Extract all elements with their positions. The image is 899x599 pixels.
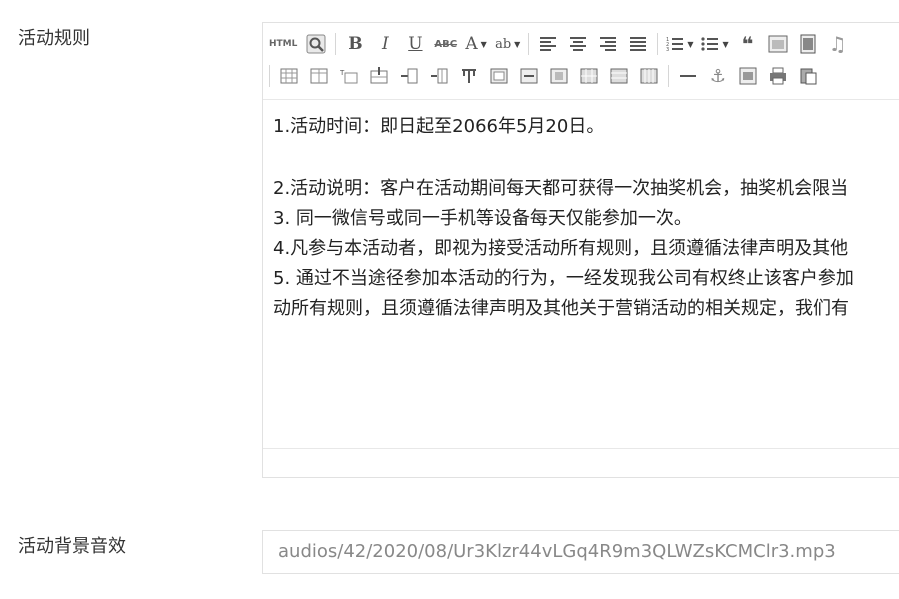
merge-right-icon[interactable] xyxy=(518,65,540,87)
toolbar-separator xyxy=(335,33,337,55)
insert-row-icon[interactable] xyxy=(368,65,390,87)
editor-toolbar: HTML B I U ABC A ▼ ab ▼ 1 2 3 ▼ ▼ ❝ ♫ T … xyxy=(263,23,899,100)
rule-paragraph-5: 5. 通过不当途径参加本活动的行为，一经发现我公司有权终止该客户参加 xyxy=(273,268,854,289)
audio-label: 活动背景音效 xyxy=(18,536,126,557)
split-icon[interactable] xyxy=(458,65,480,87)
rule-paragraph-5-cont: 动所有规则，且须遵循法律声明及其他关于营销活动的相关规定，我们有 xyxy=(273,298,849,319)
split-cols-icon[interactable] xyxy=(638,65,660,87)
empty-line xyxy=(273,144,899,174)
anchor-icon[interactable]: ⚓ xyxy=(707,65,729,87)
chevron-down-icon: ▼ xyxy=(722,39,729,49)
insert-col-icon[interactable] xyxy=(398,65,420,87)
align-justify-icon[interactable] xyxy=(627,33,649,55)
table-properties-icon[interactable] xyxy=(308,65,330,87)
align-center-icon[interactable] xyxy=(567,33,589,55)
rule-paragraph-3: 3. 同一微信号或同一手机等设备每天仅能参加一次。 xyxy=(273,208,692,229)
unordered-list-icon xyxy=(701,37,719,51)
bold-button[interactable]: B xyxy=(344,33,366,55)
unordered-list-button[interactable]: ▼ xyxy=(701,33,729,55)
font-color-button[interactable]: A ▼ xyxy=(465,33,487,55)
ordered-list-button[interactable]: 1 2 3 ▼ xyxy=(666,33,693,55)
preview-icon[interactable] xyxy=(305,33,327,55)
chevron-down-icon: ▼ xyxy=(480,39,487,49)
blockquote-icon[interactable]: ❝ xyxy=(737,32,759,56)
split-rows-icon[interactable] xyxy=(608,65,630,87)
merge-down-icon[interactable] xyxy=(548,65,570,87)
ordered-list-icon: 123 xyxy=(666,37,684,52)
chevron-down-icon: ▼ xyxy=(514,39,521,49)
svg-text:T: T xyxy=(340,69,345,77)
rule-paragraph-4: 4.凡参与本活动者，即视为接受活动所有规则，且须遵循法律声明及其他 xyxy=(273,238,849,259)
align-right-icon[interactable] xyxy=(597,33,619,55)
spellcheck-button[interactable]: ab ▼ xyxy=(495,33,520,55)
html-source-icon[interactable]: HTML xyxy=(269,33,297,55)
underline-button[interactable]: U xyxy=(404,33,426,55)
editor-content[interactable]: 1.活动时间：即日起至2066年5月20日。 2.活动说明：客户在活动期间每天都… xyxy=(263,100,899,452)
toolbar-separator xyxy=(269,65,270,87)
rules-label: 活动规则 xyxy=(18,28,90,49)
delete-col-icon[interactable] xyxy=(428,65,450,87)
rule-paragraph-2: 2.活动说明：客户在活动期间每天都可获得一次抽奖机会，抽奖机会限当 xyxy=(273,178,849,199)
paste-icon[interactable] xyxy=(797,65,819,87)
toolbar-separator xyxy=(528,33,530,55)
rule-paragraph-1: 1.活动时间：即日起至2066年5月20日。 xyxy=(273,116,605,137)
merge-cells-icon[interactable] xyxy=(488,65,510,87)
spellcheck-icon: ab xyxy=(495,36,512,52)
split-cells-icon[interactable] xyxy=(578,65,600,87)
insert-table-icon[interactable] xyxy=(278,65,300,87)
align-left-icon[interactable] xyxy=(537,33,559,55)
toolbar-separator xyxy=(657,33,659,55)
horizontal-rule-icon[interactable] xyxy=(677,65,699,87)
toolbar-row-2: T ⚓ xyxy=(269,64,827,88)
italic-button[interactable]: I xyxy=(374,33,396,55)
print-icon[interactable] xyxy=(767,65,789,87)
toolbar-separator xyxy=(668,65,669,87)
editor-statusbar xyxy=(263,448,899,477)
music-icon[interactable]: ♫ xyxy=(827,32,849,56)
table-title-icon[interactable]: T xyxy=(338,65,360,87)
svg-text:3: 3 xyxy=(666,47,669,52)
audio-path-input[interactable]: audios/42/2020/08/Ur3Klzr44vLGq4R9m3QLWZ… xyxy=(262,530,899,574)
image-icon[interactable] xyxy=(767,33,789,55)
strikethrough-button[interactable]: ABC xyxy=(434,33,457,55)
font-color-icon: A xyxy=(465,34,478,54)
toolbar-row-1: HTML B I U ABC A ▼ ab ▼ 1 2 3 ▼ ▼ ❝ ♫ xyxy=(269,32,857,56)
video-icon[interactable] xyxy=(797,33,819,55)
chevron-down-icon: ▼ xyxy=(687,39,694,49)
snapshot-icon[interactable] xyxy=(737,65,759,87)
rich-text-editor[interactable]: HTML B I U ABC A ▼ ab ▼ 1 2 3 ▼ ▼ ❝ ♫ T … xyxy=(262,22,899,478)
